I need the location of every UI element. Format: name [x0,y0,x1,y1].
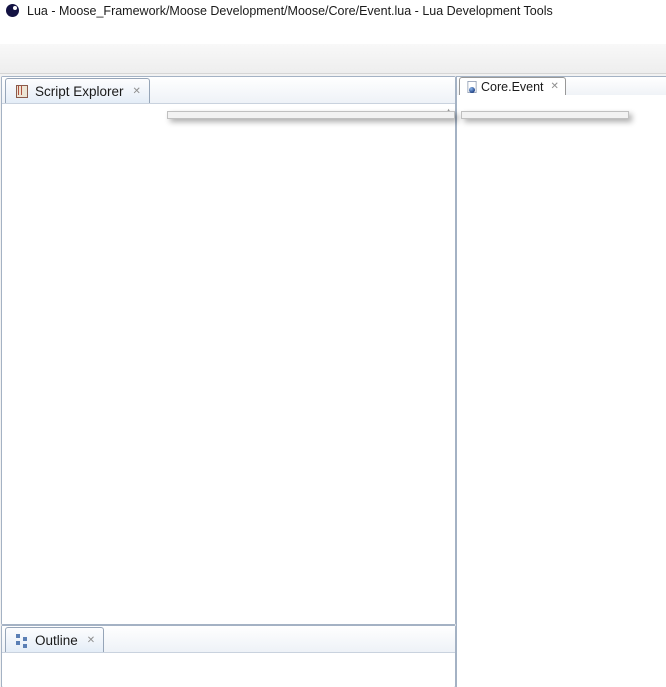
context-menu [167,111,455,119]
outline-header: Outline ✕ [2,626,455,653]
outline-panel: Outline ✕ [1,625,456,687]
tab-outline[interactable]: Outline ✕ [5,627,104,652]
editor-panel: Core.Event ✕ [456,76,666,687]
code-editor[interactable] [457,95,666,687]
application-window: Lua - Moose_Framework/Moose Development/… [0,0,666,687]
script-explorer-panel: Script Explorer ✕ ▲ [1,76,456,625]
tab-label: Outline [35,633,78,648]
window-title: Lua - Moose_Framework/Moose Development/… [27,4,553,18]
lua-logo-icon [5,3,21,19]
main-toolbar [0,44,666,74]
project-tree: ▲ [2,104,455,624]
tab-core-event[interactable]: Core.Event ✕ [459,77,566,95]
tab-script-explorer[interactable]: Script Explorer ✕ [5,78,150,103]
lua-file-icon [466,81,475,93]
tab-label: Core.Event [481,80,544,94]
tab-label: Script Explorer [35,84,124,99]
close-icon[interactable]: ✕ [87,635,95,646]
menu-bar [0,22,666,44]
script-explorer-header: Script Explorer ✕ [2,77,455,104]
title-bar: Lua - Moose_Framework/Moose Development/… [0,0,666,22]
close-icon[interactable]: ✕ [551,81,559,92]
outline-icon [14,632,30,648]
editor-tab-bar: Core.Event ✕ [457,77,666,96]
close-icon[interactable]: ✕ [133,86,141,97]
new-submenu [461,111,629,119]
script-explorer-icon [14,83,30,99]
